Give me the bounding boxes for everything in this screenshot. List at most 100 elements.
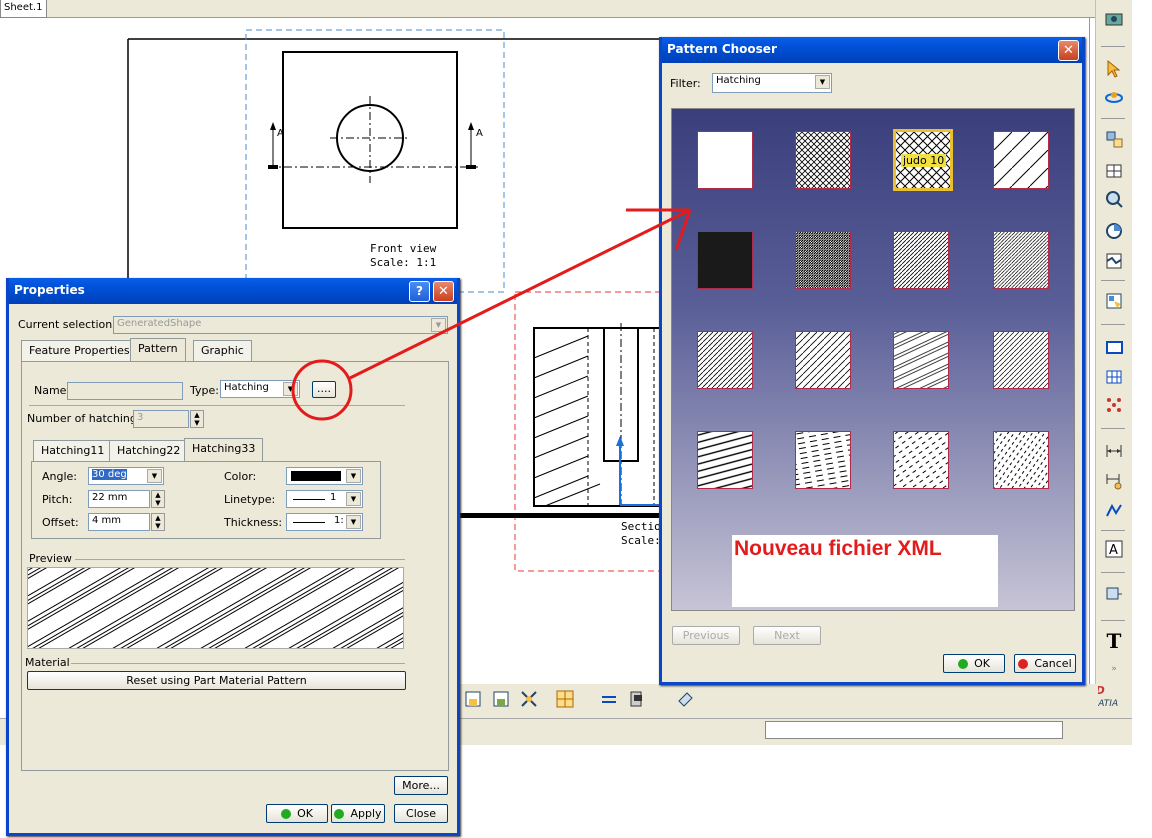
clipping-view-icon[interactable]: [1103, 220, 1125, 242]
dimension-edit-icon[interactable]: [1103, 470, 1125, 492]
pattern-tile-selected[interactable]: judo 10: [893, 129, 953, 191]
pattern-tile-diagonal-medium[interactable]: [697, 331, 753, 389]
previous-button[interactable]: Previous: [672, 626, 740, 645]
linetype-select[interactable]: 1 ▼: [286, 490, 363, 508]
offset-field[interactable]: 4 mm: [88, 513, 150, 531]
num-hatchings-field[interactable]: 3: [133, 410, 189, 428]
pitch-spinner[interactable]: ▲ ▼: [151, 490, 165, 508]
next-button[interactable]: Next: [753, 626, 821, 645]
linetype-label: Linetype:: [224, 493, 276, 506]
chevron-down-icon[interactable]: ▼: [147, 469, 162, 483]
filter-label: Filter:: [670, 77, 701, 90]
pattern-tile-diagonal-wide[interactable]: [993, 131, 1049, 189]
angle-label: Angle:: [42, 470, 78, 483]
hatch-preview-svg: [28, 568, 403, 648]
pattern-tile-diagonal-sparse[interactable]: [795, 331, 851, 389]
rotate-icon[interactable]: [1103, 86, 1125, 108]
angle-field[interactable]: 30 deg ▼: [88, 467, 164, 485]
pattern-chooser-title-bar[interactable]: Pattern Chooser ✕: [662, 37, 1082, 63]
pattern-tile-dense-dark[interactable]: [795, 231, 851, 289]
wizard-icon[interactable]: [1103, 290, 1125, 312]
grid-icon[interactable]: [1103, 366, 1125, 388]
tab-hatching22[interactable]: Hatching22: [109, 440, 189, 461]
thickness-select[interactable]: 1: ▼: [286, 513, 363, 531]
print-icon[interactable]: [626, 688, 648, 710]
tab-pattern[interactable]: Pattern: [130, 338, 186, 361]
num-hatchings-label: Number of hatchings:: [27, 412, 147, 425]
rectangle-icon[interactable]: [1103, 336, 1125, 358]
points-icon[interactable]: [1103, 394, 1125, 416]
sheet-icon[interactable]: [1103, 8, 1125, 30]
name-field[interactable]: [67, 382, 183, 400]
view-frame-2-icon[interactable]: [490, 688, 512, 710]
ok-button[interactable]: OK: [266, 804, 328, 823]
current-selection-field[interactable]: GeneratedShape ▼: [113, 316, 448, 334]
more-button[interactable]: More...: [394, 776, 448, 795]
chevron-down-icon[interactable]: ▼: [346, 492, 361, 506]
chevron-down-icon[interactable]: ▼: [815, 75, 830, 89]
command-input[interactable]: [765, 721, 1063, 739]
name-label: Name:: [34, 384, 71, 397]
text-icon[interactable]: T: [1103, 629, 1125, 653]
dimension-icon[interactable]: [1103, 440, 1125, 462]
text-frame-icon[interactable]: A: [1103, 538, 1125, 560]
reset-material-pattern-button[interactable]: Reset using Part Material Pattern: [27, 671, 406, 690]
tab-hatching11[interactable]: Hatching11: [33, 440, 113, 461]
apply-button[interactable]: Apply: [331, 804, 385, 823]
selected-tile-tooltip: judo 10: [901, 154, 947, 167]
detail-view-icon[interactable]: [1103, 188, 1125, 210]
pattern-tile-diagonal-dense[interactable]: [993, 231, 1049, 289]
pattern-tile-diagonal-medium-dense[interactable]: [893, 231, 949, 289]
view-projection-icon[interactable]: [1103, 128, 1125, 150]
view-frame-icon[interactable]: [462, 688, 484, 710]
tab-graphic[interactable]: Graphic: [193, 340, 252, 361]
more-chevron-icon[interactable]: »: [1103, 658, 1125, 680]
chevron-down-icon[interactable]: ▼: [346, 469, 361, 483]
pattern-tile-diagonal-bold[interactable]: [697, 431, 753, 489]
browse-pattern-button[interactable]: ....: [312, 381, 336, 398]
section-label-left: A: [277, 128, 284, 139]
properties-title: Properties: [14, 283, 85, 297]
chevron-down-icon[interactable]: ▼: [283, 382, 298, 396]
close-button[interactable]: Close: [394, 804, 448, 823]
pattern-tile-crosshatch-fine[interactable]: [795, 131, 851, 189]
sheet-tab[interactable]: Sheet.1: [0, 0, 47, 18]
section-view-icon[interactable]: [1103, 160, 1125, 182]
chevron-down-icon[interactable]: ▼: [431, 318, 446, 332]
chooser-cancel-button[interactable]: Cancel: [1014, 654, 1076, 673]
swap-icon[interactable]: [598, 688, 620, 710]
current-selection-label: Current selection :: [18, 318, 120, 331]
chevron-down-icon[interactable]: ▼: [346, 515, 361, 529]
color-select[interactable]: ▼: [286, 467, 363, 485]
pitch-field[interactable]: 22 mm: [88, 490, 150, 508]
right-toolbar: A T » 3DCATIA: [1088, 0, 1132, 745]
chooser-ok-button[interactable]: OK: [943, 654, 1005, 673]
select-arrow-icon[interactable]: [1103, 58, 1125, 80]
properties-title-bar[interactable]: Properties ? ✕: [9, 278, 457, 304]
pattern-tile-solid-black[interactable]: [697, 231, 753, 289]
material-label: Material: [25, 656, 70, 669]
section-view-title: Sectio: [621, 520, 661, 533]
pattern-tile-diagonal-double[interactable]: [893, 331, 949, 389]
help-button[interactable]: ?: [409, 281, 430, 302]
tab-hatching33[interactable]: Hatching33: [184, 438, 264, 461]
type-select[interactable]: Hatching ▼: [220, 380, 300, 398]
pattern-tile-diagonal-fine[interactable]: [993, 331, 1049, 389]
pattern-chooser-close-icon[interactable]: ✕: [1058, 40, 1079, 61]
pattern-tile-dashed-horizontal[interactable]: [795, 431, 851, 489]
pattern-tile-dashed-diagonal[interactable]: [893, 431, 949, 489]
pattern-tile-blank[interactable]: [697, 131, 753, 189]
filter-select[interactable]: Hatching ▼: [712, 73, 832, 93]
balloon-icon[interactable]: [1103, 584, 1125, 606]
eraser-icon[interactable]: [674, 688, 696, 710]
offset-spinner[interactable]: ▲ ▼: [151, 513, 165, 531]
tolerance-icon[interactable]: [1103, 500, 1125, 522]
pattern-tile-dotted-diagonal[interactable]: [993, 431, 1049, 489]
broken-view-icon[interactable]: [1103, 250, 1125, 272]
tab-feature-properties[interactable]: Feature Properties: [21, 340, 138, 361]
cross-select-icon[interactable]: [518, 688, 540, 710]
hatch-preview: [27, 567, 404, 649]
properties-close-icon[interactable]: ✕: [433, 281, 454, 302]
grid-snap-icon[interactable]: [554, 688, 576, 710]
num-hatchings-spinner[interactable]: ▲ ▼: [190, 410, 204, 428]
